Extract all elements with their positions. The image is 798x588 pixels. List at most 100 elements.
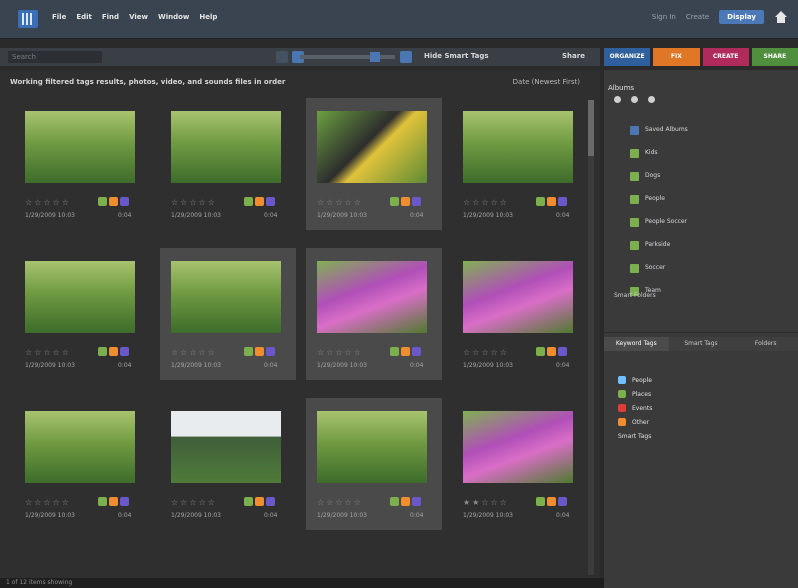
thumbnail-image[interactable]	[463, 411, 573, 483]
photo-tile[interactable]: ☆☆☆☆☆ 1/29/2009 10:03 0:04	[160, 248, 296, 380]
thumbnail-image[interactable]	[463, 111, 573, 183]
album-item[interactable]: Saved Albums	[630, 122, 790, 138]
thumbnail-size: 0:04	[118, 362, 132, 369]
thumbnail-image[interactable]	[171, 411, 281, 483]
photo-tile[interactable]: ☆☆☆☆☆ 1/29/2009 10:03 0:04	[306, 98, 442, 230]
sign-in-link[interactable]: Sign In	[652, 13, 676, 21]
scrollbar-thumb[interactable]	[588, 100, 594, 156]
places-tag-icon	[401, 347, 410, 356]
search-input[interactable]: Search	[8, 51, 102, 63]
tag-badges	[244, 497, 275, 506]
menu-edit[interactable]: Edit	[76, 13, 92, 21]
rating-stars[interactable]: ☆☆☆☆☆	[463, 198, 509, 207]
photo-tile[interactable]: ☆☆☆☆☆ 1/29/2009 10:03 0:04	[306, 398, 442, 530]
tag-color-icon	[618, 376, 626, 384]
thumbnail-date: 1/29/2009 10:03	[171, 362, 221, 369]
album-label: People	[645, 195, 665, 202]
tag-item[interactable]: People	[618, 373, 652, 387]
thumbnail-size: 0:04	[556, 212, 570, 219]
tab-folders[interactable]: Folders	[733, 337, 798, 351]
thumbnail-image[interactable]	[317, 111, 427, 183]
home-icon[interactable]	[774, 10, 788, 24]
album-item[interactable]: People Soccer	[630, 214, 790, 230]
places-tag-icon	[547, 197, 556, 206]
menu-find[interactable]: Find	[102, 13, 119, 21]
thumbnail-image[interactable]	[25, 111, 135, 183]
top-right-controls: Sign In Create Display	[652, 10, 788, 24]
share-label[interactable]: Share	[562, 52, 585, 60]
thumbnail-size: 0:04	[410, 362, 424, 369]
photo-tile[interactable]: ☆☆☆☆☆ 1/29/2009 10:03 0:04	[14, 98, 150, 230]
rating-stars[interactable]: ☆☆☆☆☆	[25, 348, 71, 357]
tag-item[interactable]: Places	[618, 387, 652, 401]
sort-label[interactable]: Date (Newest First)	[513, 78, 580, 86]
tag-label: Events	[632, 404, 653, 412]
rating-stars[interactable]: ★★☆☆☆	[463, 498, 509, 507]
add-album-icon[interactable]	[614, 96, 621, 103]
tag-tabs: Keyword Tags Smart Tags Folders	[604, 337, 798, 351]
photo-tile[interactable]: ☆☆☆☆☆ 1/29/2009 10:03 0:04	[452, 248, 588, 380]
view-icon[interactable]	[400, 51, 412, 63]
thumbnail-image[interactable]	[317, 411, 427, 483]
rating-stars[interactable]: ☆☆☆☆☆	[171, 198, 217, 207]
menu-help[interactable]: Help	[199, 13, 217, 21]
sort-icon[interactable]	[276, 51, 288, 63]
thumbnail-size: 0:04	[556, 362, 570, 369]
album-item[interactable]: Soccer	[630, 260, 790, 276]
thumbnail-image[interactable]	[463, 261, 573, 333]
photo-tile[interactable]: ☆☆☆☆☆ 1/29/2009 10:03 0:04	[14, 248, 150, 380]
people-tag-icon	[244, 347, 253, 356]
rating-stars[interactable]: ☆☆☆☆☆	[171, 498, 217, 507]
rating-stars[interactable]: ☆☆☆☆☆	[317, 198, 363, 207]
album-item[interactable]: People	[630, 191, 790, 207]
rating-stars[interactable]: ☆☆☆☆☆	[25, 498, 71, 507]
thumbnail-date: 1/29/2009 10:03	[317, 212, 367, 219]
menu-view[interactable]: View	[129, 13, 148, 21]
zoom-thumb[interactable]	[370, 52, 380, 62]
album-item[interactable]: Parkside	[630, 237, 790, 253]
menu-window[interactable]: Window	[158, 13, 189, 21]
tab-keyword-tags[interactable]: Keyword Tags	[604, 337, 669, 351]
tag-label: Other	[632, 418, 650, 426]
menu-file[interactable]: File	[52, 13, 66, 21]
thumbnail-date: 1/29/2009 10:03	[25, 212, 75, 219]
tab-organize[interactable]: ORGANIZE	[604, 48, 651, 66]
create-link[interactable]: Create	[686, 13, 709, 21]
tag-item[interactable]: Other	[618, 415, 652, 429]
rating-stars[interactable]: ☆☆☆☆☆	[317, 348, 363, 357]
photo-tile[interactable]: ☆☆☆☆☆ 1/29/2009 10:03 0:04	[306, 248, 442, 380]
zoom-slider[interactable]	[300, 52, 395, 62]
photo-tile[interactable]: ★★☆☆☆ 1/29/2009 10:03 0:04	[452, 398, 588, 530]
thumbnail-size: 0:04	[556, 512, 570, 519]
vertical-scrollbar[interactable]	[588, 100, 594, 575]
tab-fix[interactable]: FIX	[653, 48, 700, 66]
tag-color-icon	[618, 404, 626, 412]
tab-share[interactable]: SHARE	[751, 48, 798, 66]
photo-tile[interactable]: ☆☆☆☆☆ 1/29/2009 10:03 0:04	[160, 98, 296, 230]
rating-stars[interactable]: ☆☆☆☆☆	[25, 198, 71, 207]
new-folder-icon[interactable]	[631, 96, 638, 103]
rating-stars[interactable]: ☆☆☆☆☆	[463, 348, 509, 357]
rating-stars[interactable]: ☆☆☆☆☆	[171, 348, 217, 357]
display-button[interactable]: Display	[719, 10, 764, 24]
tab-create[interactable]: CREATE	[702, 48, 749, 66]
photo-tile[interactable]: ☆☆☆☆☆ 1/29/2009 10:03 0:04	[160, 398, 296, 530]
tag-item[interactable]: Events	[618, 401, 652, 415]
people-tag-icon	[244, 497, 253, 506]
app-logo	[18, 10, 38, 28]
thumbnail-image[interactable]	[171, 111, 281, 183]
hide-tags-label[interactable]: Hide Smart Tags	[424, 52, 489, 60]
delete-icon[interactable]	[648, 96, 655, 103]
thumbnail-image[interactable]	[317, 261, 427, 333]
tab-smart-tags[interactable]: Smart Tags	[668, 337, 734, 351]
media-browser: Working filtered tags results, photos, v…	[0, 70, 600, 588]
thumbnail-image[interactable]	[25, 411, 135, 483]
photo-tile[interactable]: ☆☆☆☆☆ 1/29/2009 10:03 0:04	[452, 98, 588, 230]
thumbnail-date: 1/29/2009 10:03	[463, 512, 513, 519]
thumbnail-image[interactable]	[171, 261, 281, 333]
album-item[interactable]: Dogs	[630, 168, 790, 184]
thumbnail-image[interactable]	[25, 261, 135, 333]
album-item[interactable]: Kids	[630, 145, 790, 161]
photo-tile[interactable]: ☆☆☆☆☆ 1/29/2009 10:03 0:04	[14, 398, 150, 530]
rating-stars[interactable]: ☆☆☆☆☆	[317, 498, 363, 507]
